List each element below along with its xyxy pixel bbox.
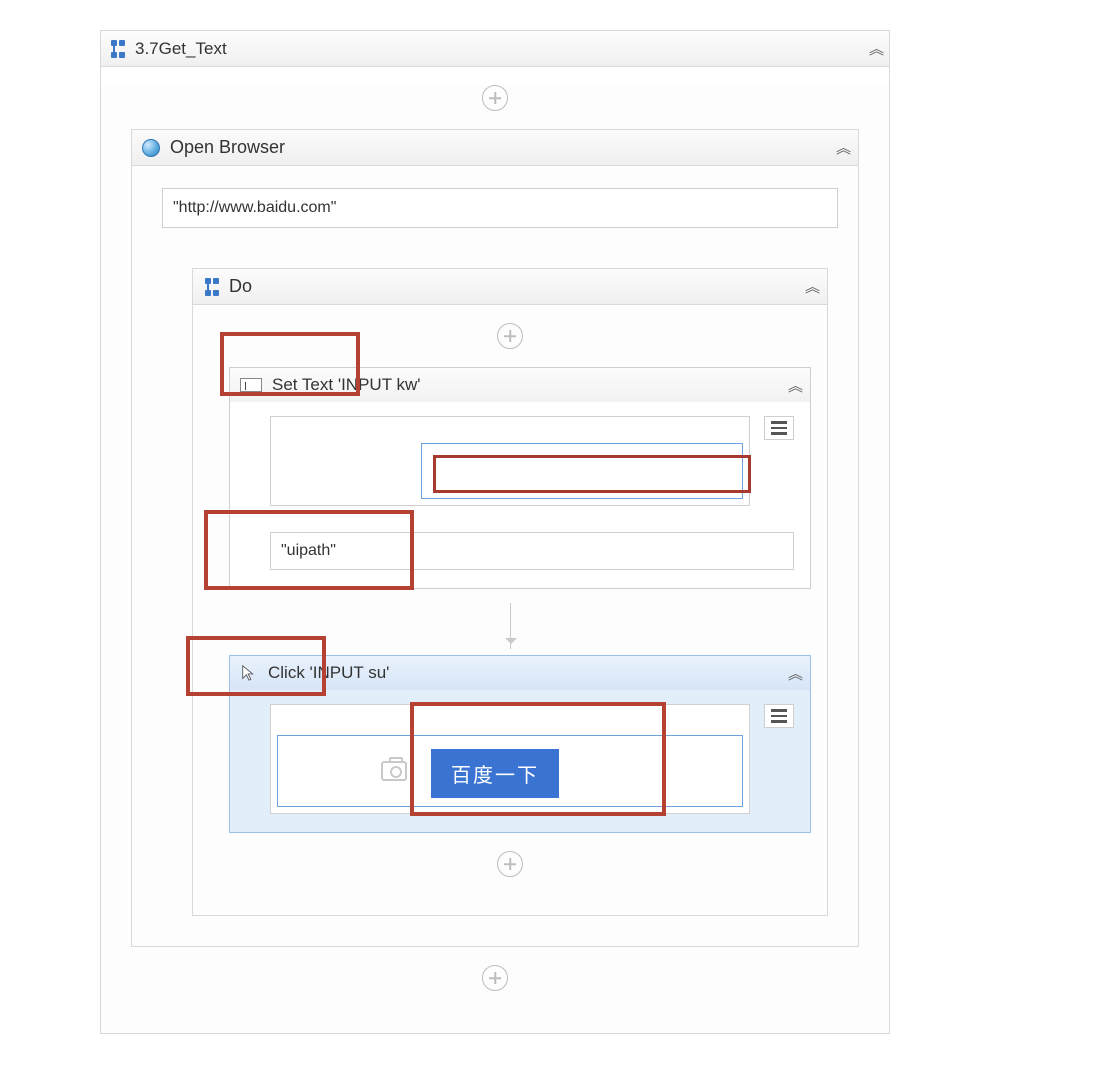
collapse-icon[interactable]: ︽ bbox=[836, 137, 848, 158]
sequence-panel: 3.7Get_Text ︽ Open Browser ︽ Do ︽ bbox=[100, 30, 890, 1034]
open-browser-activity[interactable]: Open Browser ︽ Do ︽ bbox=[131, 129, 859, 947]
set-text-value-input[interactable] bbox=[270, 532, 794, 570]
add-activity-top[interactable] bbox=[482, 85, 508, 111]
collapse-icon[interactable]: ︽ bbox=[788, 375, 800, 396]
click-activity[interactable]: Click 'INPUT su' ︽ bbox=[229, 655, 811, 833]
set-text-activity[interactable]: Set Text 'INPUT kw' ︽ bbox=[229, 367, 811, 589]
baidu-search-button: 百度一下 bbox=[431, 749, 559, 798]
do-header[interactable]: Do ︽ bbox=[193, 269, 827, 305]
sequence-icon bbox=[109, 40, 127, 58]
globe-icon bbox=[142, 139, 160, 157]
do-sequence: Do ︽ Set Text 'INPUT kw' ︽ bbox=[192, 268, 828, 916]
sequence-icon bbox=[203, 278, 221, 296]
set-text-selector-preview[interactable] bbox=[270, 416, 750, 506]
open-browser-url-input[interactable] bbox=[162, 188, 838, 228]
set-text-title: Set Text 'INPUT kw' bbox=[272, 375, 788, 395]
do-title: Do bbox=[229, 276, 805, 297]
click-title: Click 'INPUT su' bbox=[268, 663, 788, 683]
selector-options-icon[interactable] bbox=[764, 416, 794, 440]
click-header[interactable]: Click 'INPUT su' ︽ bbox=[230, 656, 810, 690]
click-selector-preview[interactable]: 百度一下 bbox=[270, 704, 750, 814]
add-activity-do-bottom[interactable] bbox=[497, 851, 523, 877]
collapse-icon[interactable]: ︽ bbox=[869, 38, 881, 59]
cursor-icon bbox=[240, 664, 258, 682]
selector-options-icon[interactable] bbox=[764, 704, 794, 728]
text-input-icon bbox=[240, 378, 262, 392]
sequence-title: 3.7Get_Text bbox=[135, 39, 869, 59]
add-activity-bottom[interactable] bbox=[482, 965, 508, 991]
add-activity-do-top[interactable] bbox=[497, 323, 523, 349]
open-browser-title: Open Browser bbox=[170, 137, 836, 158]
set-text-header[interactable]: Set Text 'INPUT kw' ︽ bbox=[230, 368, 810, 402]
collapse-icon[interactable]: ︽ bbox=[805, 276, 817, 297]
open-browser-header[interactable]: Open Browser ︽ bbox=[132, 130, 858, 166]
flow-arrow-icon bbox=[510, 603, 511, 649]
camera-icon bbox=[381, 761, 407, 781]
sequence-header[interactable]: 3.7Get_Text ︽ bbox=[101, 31, 889, 67]
collapse-icon[interactable]: ︽ bbox=[788, 663, 800, 684]
